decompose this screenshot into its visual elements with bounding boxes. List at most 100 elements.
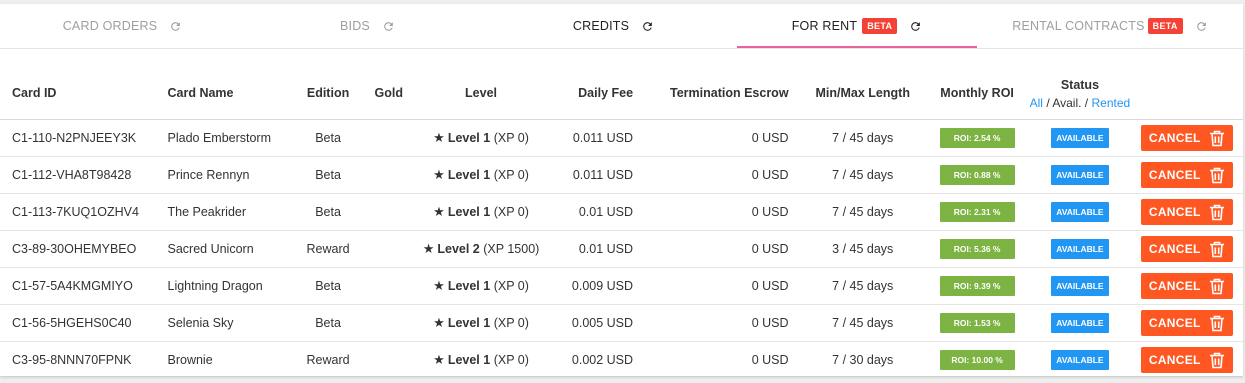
card-id-cell: C1-113-7KUQ1OZHV4 [0,193,156,231]
level-cell: ★ Level 1 (XP 0) [405,193,557,231]
card-id-cell: C1-57-5A4KMGMIYO [0,267,156,305]
tab-label: FOR RENT [791,19,858,33]
filter-separator: / [1081,96,1092,110]
refresh-icon[interactable] [382,20,395,33]
cancel-button[interactable]: CANCEL [1140,273,1233,299]
length-cell: 7 / 30 days [800,341,925,379]
level-value: Level 1 [447,353,491,367]
cancel-button[interactable]: CANCEL [1140,162,1233,188]
star-icon: ★ [433,278,445,293]
cancel-button[interactable]: CANCEL [1140,236,1233,262]
table-row[interactable]: C3-95-8NNN70FPNK Brownie Reward ★ Level 1… [0,341,1243,379]
roi-badge: ROI: 10.00 % [939,350,1015,370]
xp-value: (XP 1500) [483,242,540,256]
refresh-icon[interactable] [909,20,922,33]
level-cell: ★ Level 1 (XP 0) [405,156,557,194]
beta-badge: BETA [1147,18,1183,34]
cancel-button[interactable]: CANCEL [1140,347,1233,373]
level-value: Level 1 [447,316,491,330]
header-edition[interactable]: Edition [283,67,373,120]
daily-fee-cell: 0.005 USD [556,304,646,342]
roi-cell: ROI: 0.88 % [924,156,1030,194]
card-name-cell: Brownie [155,341,284,379]
refresh-icon[interactable] [1195,20,1208,33]
header-monthly-roi[interactable]: Monthly ROI [924,67,1030,120]
table-row[interactable]: C1-113-7KUQ1OZHV4 The Peakrider Beta ★ Le… [0,193,1243,231]
header-level[interactable]: Level [405,67,557,120]
tab-label: CREDITS [572,19,630,33]
header-gold[interactable]: Gold [372,67,406,120]
edition-cell: Beta [283,304,373,342]
status-badge: AVAILABLE [1051,239,1109,259]
gold-cell [372,304,406,342]
tab-for-rent[interactable]: FOR RENT BETA [737,4,977,48]
star-icon: ★ [433,167,445,182]
roi-cell: ROI: 1.53 % [924,304,1030,342]
tab-card-orders[interactable]: CARD ORDERS [0,4,245,48]
refresh-icon[interactable] [641,20,654,33]
xp-value: (XP 0) [493,353,529,367]
edition-cell: Beta [283,267,373,305]
rentals-table: Card ID Card Name Edition Gold Level Dai… [0,67,1243,379]
escrow-cell: 0 USD [645,304,801,342]
level-cell: ★ Level 1 (XP 0) [405,267,557,305]
trash-icon [1209,278,1224,294]
filter-separator: / [1042,96,1053,110]
card-id-cell: C1-112-VHA8T98428 [0,156,156,194]
table-header-row: Card ID Card Name Edition Gold Level Dai… [0,67,1243,120]
edition-cell: Beta [283,193,373,231]
length-cell: 3 / 45 days [800,230,925,268]
daily-fee-cell: 0.011 USD [556,156,646,194]
edition-cell: Beta [283,119,373,157]
edition-cell: Reward [283,341,373,379]
gold-cell [372,267,406,305]
level-value: Level 1 [447,205,491,219]
table-row[interactable]: C1-112-VHA8T98428 Prince Rennyn Beta ★ Le… [0,156,1243,194]
daily-fee-cell: 0.011 USD [556,119,646,157]
level-cell: ★ Level 2 (XP 1500) [405,230,557,268]
header-daily-fee[interactable]: Daily Fee [556,67,646,120]
filter-all-link[interactable]: All [1030,96,1043,110]
roi-badge: ROI: 9.39 % [939,276,1015,296]
roi-badge: ROI: 2.54 % [939,128,1015,148]
length-cell: 7 / 45 days [800,193,925,231]
star-icon: ★ [433,130,445,145]
filter-avail[interactable]: Avail. [1052,96,1081,110]
escrow-cell: 0 USD [645,156,801,194]
cancel-button[interactable]: CANCEL [1140,199,1233,225]
tab-rental-contracts[interactable]: RENTAL CONTRACTS BETA [977,4,1243,48]
xp-value: (XP 0) [493,316,529,330]
level-value: Level 1 [447,279,491,293]
action-cell: CANCEL [1130,304,1243,342]
escrow-cell: 0 USD [645,193,801,231]
cancel-button[interactable]: CANCEL [1140,310,1233,336]
card-name-cell: Plado Emberstorm [155,119,284,157]
rentals-panel: CARD ORDERS BIDS CREDITS FOR RENT BETA R… [0,4,1243,379]
filter-rented-link[interactable]: Rented [1091,96,1130,110]
gold-cell [372,193,406,231]
star-icon: ★ [422,241,435,256]
tab-bids[interactable]: BIDS [245,4,490,48]
table-row[interactable]: C3-89-30OHEMYBEO Sacred Unicorn Reward ★… [0,230,1243,268]
cancel-label: CANCEL [1148,205,1201,219]
header-card-id[interactable]: Card ID [0,67,156,120]
status-badge: AVAILABLE [1051,350,1109,370]
tab-credits[interactable]: CREDITS [490,4,737,48]
table-row[interactable]: C1-57-5A4KMGMIYO Lightning Dragon Beta ★… [0,267,1243,305]
table-row[interactable]: C1-110-N2PNJEEY3K Plado Emberstorm Beta … [0,119,1243,157]
star-icon: ★ [433,352,445,367]
card-id-cell: C3-89-30OHEMYBEO [0,230,156,268]
star-icon: ★ [433,204,445,219]
refresh-icon[interactable] [169,20,182,33]
daily-fee-cell: 0.009 USD [556,267,646,305]
header-card-name[interactable]: Card Name [155,67,284,120]
table-row[interactable]: C1-56-5HGEHS0C40 Selenia Sky Beta ★ Level… [0,304,1243,342]
level-value: Level 2 [437,242,480,256]
header-min-max-length[interactable]: Min/Max Length [800,67,925,120]
active-tab-underline [737,46,977,48]
action-cell: CANCEL [1130,267,1243,305]
roi-badge: ROI: 2.31 % [939,202,1015,222]
length-cell: 7 / 45 days [800,267,925,305]
cancel-button[interactable]: CANCEL [1140,125,1233,151]
header-termination-escrow[interactable]: Termination Escrow [645,67,801,120]
